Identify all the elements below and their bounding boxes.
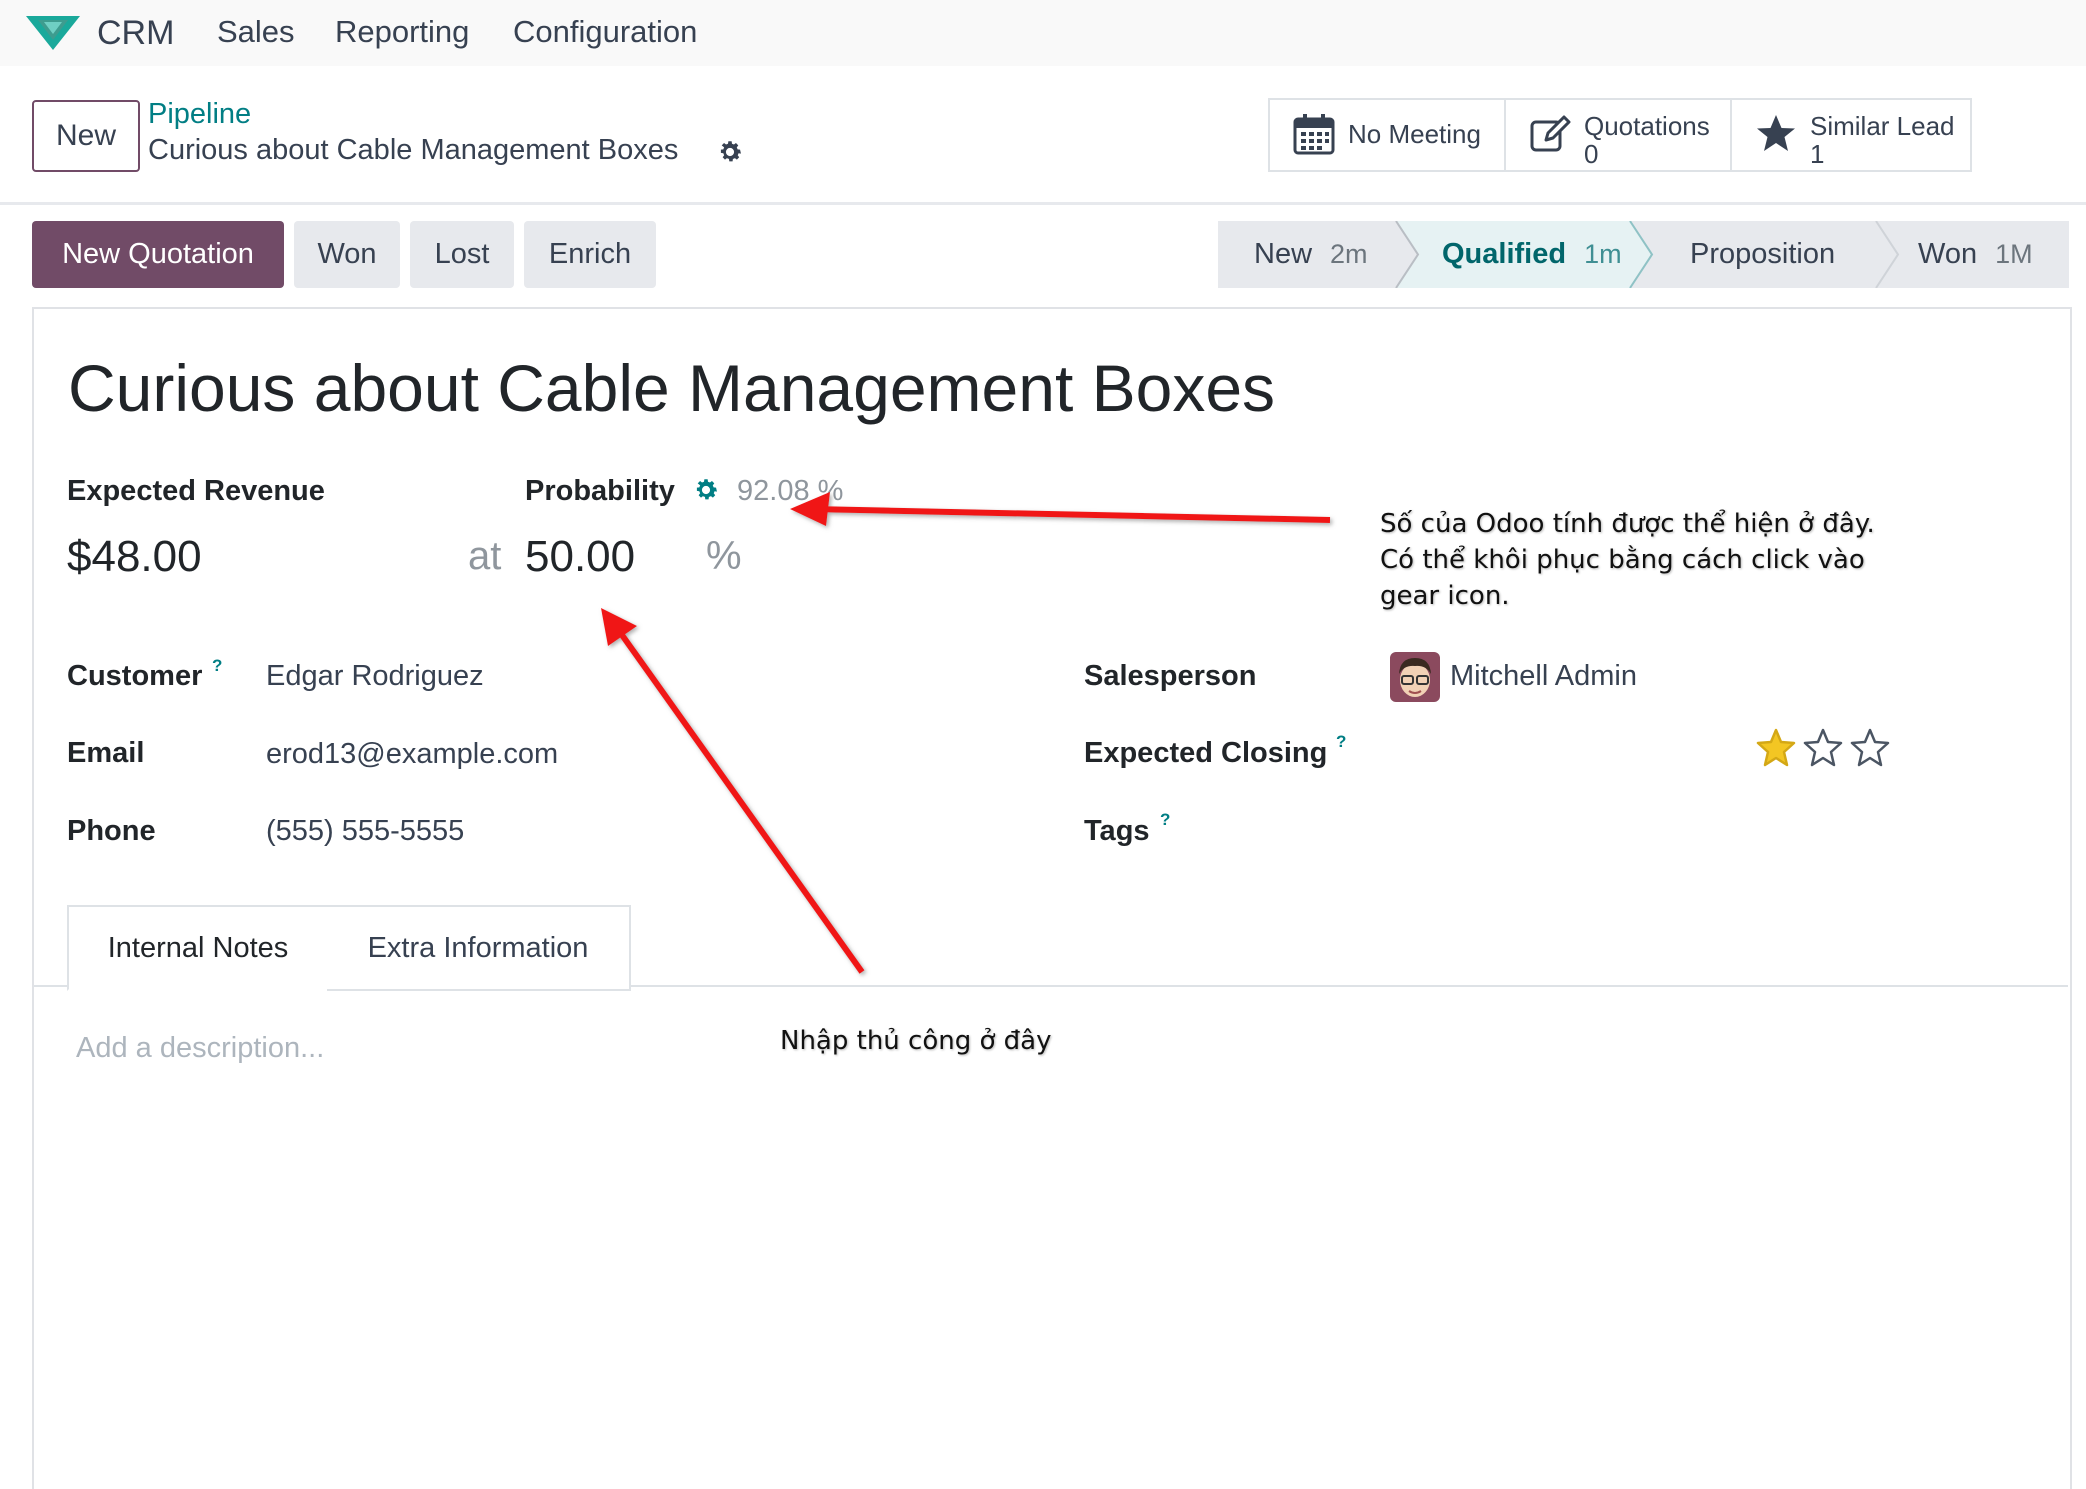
annotation-manual-note: Nhập thủ công ở đây [780, 1026, 1052, 1056]
meeting-smart-button[interactable]: No Meeting [1268, 98, 1508, 172]
stage-won[interactable]: Won 1M [1918, 221, 2033, 288]
priority-star-icon[interactable] [1756, 728, 1796, 767]
avatar [1390, 652, 1440, 702]
gear-icon[interactable] [692, 476, 720, 504]
email-label: Email [67, 737, 145, 769]
lead-title[interactable]: Curious about Cable Management Boxes [68, 350, 1275, 426]
priority-stars[interactable] [1754, 726, 1890, 772]
new-button[interactable]: New [32, 100, 140, 172]
enrich-button[interactable]: Enrich [524, 221, 656, 288]
customer-field[interactable]: Edgar Rodriguez [266, 660, 484, 693]
stage-qualified-duration: 1m [1584, 239, 1622, 269]
annotation-line: gear icon. [1380, 581, 1510, 611]
calendar-icon [1293, 114, 1335, 155]
stage-qualified[interactable]: Qualified 1m [1442, 221, 1622, 288]
salesperson-label: Salesperson [1084, 660, 1257, 692]
computed-probability: 92.08 % [737, 475, 844, 507]
stage-new-duration: 2m [1330, 239, 1368, 269]
similar-lead-smart-button[interactable]: Similar Lead 1 [1730, 98, 1972, 172]
menu-configuration[interactable]: Configuration [513, 14, 697, 50]
breadcrumb-pipeline[interactable]: Pipeline [148, 98, 251, 131]
new-quotation-button[interactable]: New Quotation [32, 221, 284, 288]
percent-sign: % [706, 534, 742, 578]
breadcrumb-current: Curious about Cable Management Boxes [148, 134, 679, 166]
stage-qualified-label: Qualified [1442, 238, 1567, 270]
similar-lead-count: 1 [1810, 139, 1825, 169]
meeting-label: No Meeting [1348, 119, 1481, 149]
expected-closing-label: Expected Closing [1084, 737, 1328, 769]
phone-label: Phone [67, 815, 156, 847]
customer-help-icon[interactable]: ? [212, 656, 222, 676]
app-name[interactable]: CRM [97, 14, 174, 53]
probability-input[interactable]: 50.00 [525, 532, 635, 582]
quotations-smart-button[interactable]: Quotations 0 [1504, 98, 1734, 172]
tags-label: Tags [1084, 815, 1150, 847]
similar-lead-label: Similar Lead [1810, 111, 1955, 141]
tab-extra-information[interactable]: Extra Information [327, 905, 631, 991]
menu-reporting[interactable]: Reporting [335, 14, 469, 50]
stage-statusbar: New 2m Qualified 1m Proposition Won 1M [1218, 221, 2069, 288]
annotation-computed-note: Số của Odoo tính được thể hiện ở đây. Có… [1380, 506, 1875, 614]
stage-won-label: Won [1918, 238, 1978, 270]
star-icon [1757, 115, 1795, 151]
gear-icon[interactable] [716, 138, 744, 166]
crm-logo-icon[interactable] [24, 12, 82, 52]
control-panel: New Pipeline Curious about Cable Managem… [0, 66, 2086, 205]
customer-label: Customer [67, 660, 203, 692]
expected-revenue-input[interactable]: $48.00 [67, 532, 202, 582]
top-navbar: CRM Sales Reporting Configuration [0, 0, 2086, 66]
stage-new-label: New [1254, 238, 1313, 270]
menu-sales[interactable]: Sales [217, 14, 295, 50]
annotation-line: Số của Odoo tính được thể hiện ở đây. [1380, 509, 1875, 539]
stage-proposition-label: Proposition [1690, 238, 1836, 270]
stage-won-duration: 1M [1995, 239, 2033, 269]
tags-help-icon[interactable]: ? [1160, 810, 1170, 830]
quotations-count: 0 [1584, 139, 1599, 169]
phone-field[interactable]: (555) 555-5555 [266, 815, 464, 848]
probability-label: Probability [525, 475, 675, 507]
email-field[interactable]: erod13@example.com [266, 738, 558, 771]
lost-button[interactable]: Lost [410, 221, 514, 288]
tab-internal-notes[interactable]: Internal Notes [67, 905, 329, 991]
quotations-label: Quotations [1584, 111, 1710, 141]
edit-icon [1530, 115, 1571, 152]
form-sheet [32, 307, 2072, 1489]
expected-closing-help-icon[interactable]: ? [1336, 732, 1346, 752]
priority-star-icon[interactable] [1850, 728, 1890, 767]
at-label: at [468, 534, 502, 578]
stage-proposition[interactable]: Proposition [1690, 221, 1835, 288]
annotation-line: Có thể khôi phục bằng cách click vào [1380, 545, 1865, 575]
expected-revenue-label: Expected Revenue [67, 475, 325, 507]
won-button[interactable]: Won [294, 221, 400, 288]
salesperson-field[interactable]: Mitchell Admin [1450, 660, 1637, 693]
stage-new[interactable]: New 2m [1254, 221, 1368, 288]
priority-star-icon[interactable] [1803, 728, 1843, 767]
description-input[interactable]: Add a description... [76, 1032, 324, 1065]
